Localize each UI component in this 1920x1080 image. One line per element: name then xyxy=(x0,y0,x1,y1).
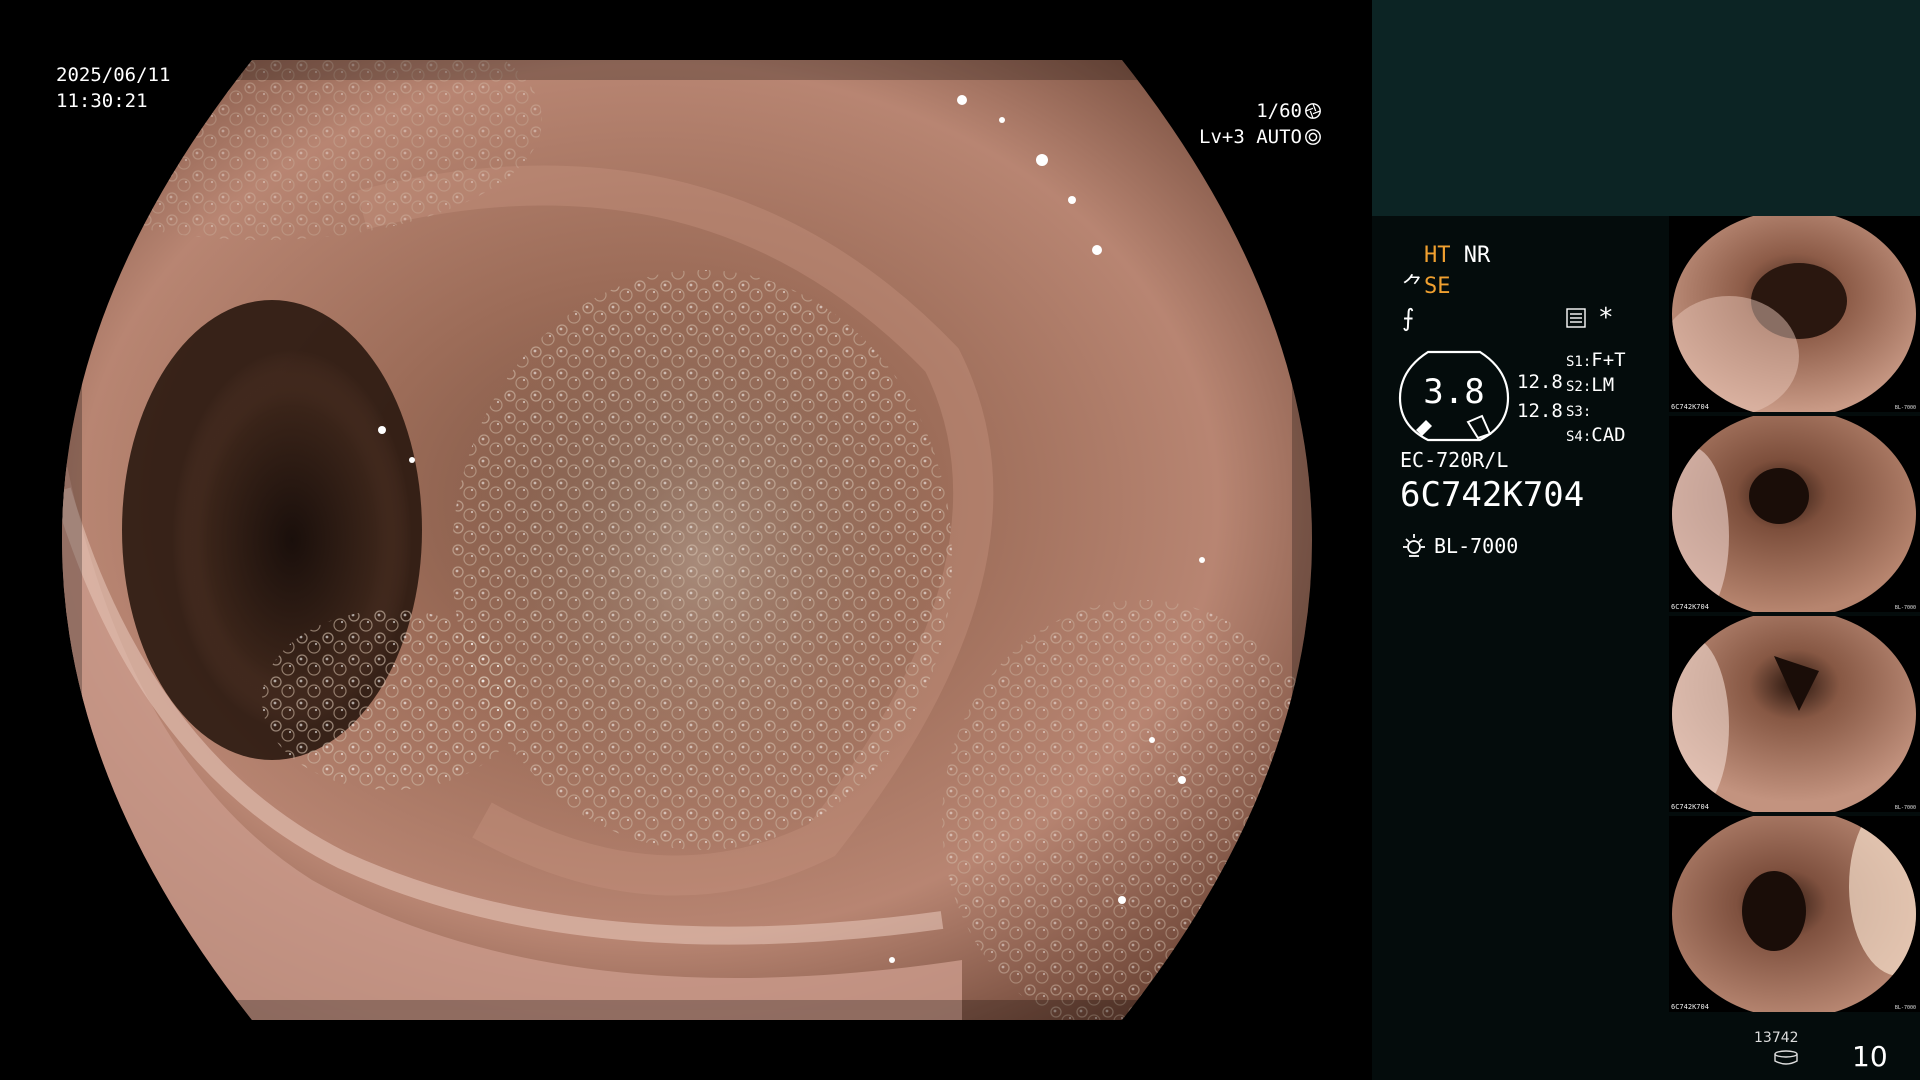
thumb-serial: 6C742K704 xyxy=(1671,603,1709,611)
thumbnail-image xyxy=(1672,216,1916,412)
thumb-light: BL-7000 xyxy=(1894,405,1916,411)
thumbnail-2[interactable]: 6C742K704 BL-7000 xyxy=(1669,416,1920,612)
thumb-light: BL-7000 xyxy=(1894,805,1916,811)
time-text: 11:30:21 xyxy=(56,90,148,112)
menu-icon xyxy=(1566,308,1586,328)
thumbnail-4[interactable]: 6C742K704 BL-7000 xyxy=(1669,816,1920,1012)
ht-label: HT xyxy=(1424,243,1451,268)
level-text: Lv+3 AUTO xyxy=(1199,126,1302,148)
thumb-light: BL-7000 xyxy=(1894,605,1916,611)
scope-serial: 6C742K704 xyxy=(1400,475,1585,515)
thumbnail-image xyxy=(1672,616,1916,812)
thumbnail-image xyxy=(1672,416,1916,612)
iris-icon xyxy=(1305,129,1321,145)
light-source: BL-7000 xyxy=(1400,532,1518,560)
image-counter: 10 xyxy=(1852,1040,1888,1073)
switch-4: S4:CAD xyxy=(1566,424,1626,446)
exposure-overlay: 1/60 Lv+3 AUTO xyxy=(1199,98,1322,150)
se-label: SE xyxy=(1424,274,1451,299)
thumbnail-1[interactable]: 6C742K704 BL-7000 xyxy=(1669,216,1920,412)
thumbnail-image xyxy=(1672,816,1916,1012)
shutter-text: 1/60 xyxy=(1256,100,1302,122)
switch-1: S1:F+T xyxy=(1566,349,1626,371)
switch-2: S2:LM xyxy=(1566,374,1615,396)
light-source-label: BL-7000 xyxy=(1434,534,1519,558)
date-time-overlay: 2025/06/11 11:30:21 xyxy=(56,62,170,114)
structure-icon: ⺈ xyxy=(1402,274,1425,299)
nr-label: NR xyxy=(1463,243,1491,268)
star-indicator: * xyxy=(1598,303,1614,333)
zoom-a: 12.8 xyxy=(1517,371,1563,393)
mode-row: HT NR xyxy=(1424,242,1490,270)
switch-3: S3: xyxy=(1566,404,1592,420)
endoscope-main-view: 2025/06/11 11:30:21 1/60 Lv+3 AUTO xyxy=(0,0,1372,1080)
function-icon: ⨍ xyxy=(1402,304,1415,332)
date-text: 2025/06/11 xyxy=(56,64,171,86)
thumb-serial: 6C742K704 xyxy=(1671,1003,1709,1011)
zoom-b: 12.8 xyxy=(1517,400,1563,422)
thumb-serial: 6C742K704 xyxy=(1671,403,1709,411)
thumbnail-3[interactable]: 6C742K704 BL-7000 xyxy=(1669,616,1920,812)
thumb-serial: 6C742K704 xyxy=(1671,803,1709,811)
storage-icon xyxy=(1774,1050,1798,1065)
status-panel: HT NR ⺈SE ⨍ * 3.8 12.8 12.8 S1:F+T S2:LM… xyxy=(1372,0,1920,1080)
aperture-icon xyxy=(1305,103,1321,119)
scope-model: EC-720R/L xyxy=(1400,448,1509,472)
enhance-row: ⺈SE xyxy=(1402,273,1451,301)
image-counter-total: 13742 xyxy=(1754,1030,1799,1046)
captured-images: 6C742K704 BL-7000 6C742K704 BL-7000 6C74… xyxy=(1669,216,1920,1016)
light-bulb-icon xyxy=(1403,534,1425,557)
panel-header-area xyxy=(1372,0,1920,216)
zoom-value: 3.8 xyxy=(1423,372,1485,412)
endoscopic-image xyxy=(62,60,1312,1020)
thumb-light: BL-7000 xyxy=(1894,1005,1916,1011)
scope-info: HT NR ⺈SE ⨍ * 3.8 12.8 12.8 S1:F+T S2:LM… xyxy=(1372,216,1672,1080)
